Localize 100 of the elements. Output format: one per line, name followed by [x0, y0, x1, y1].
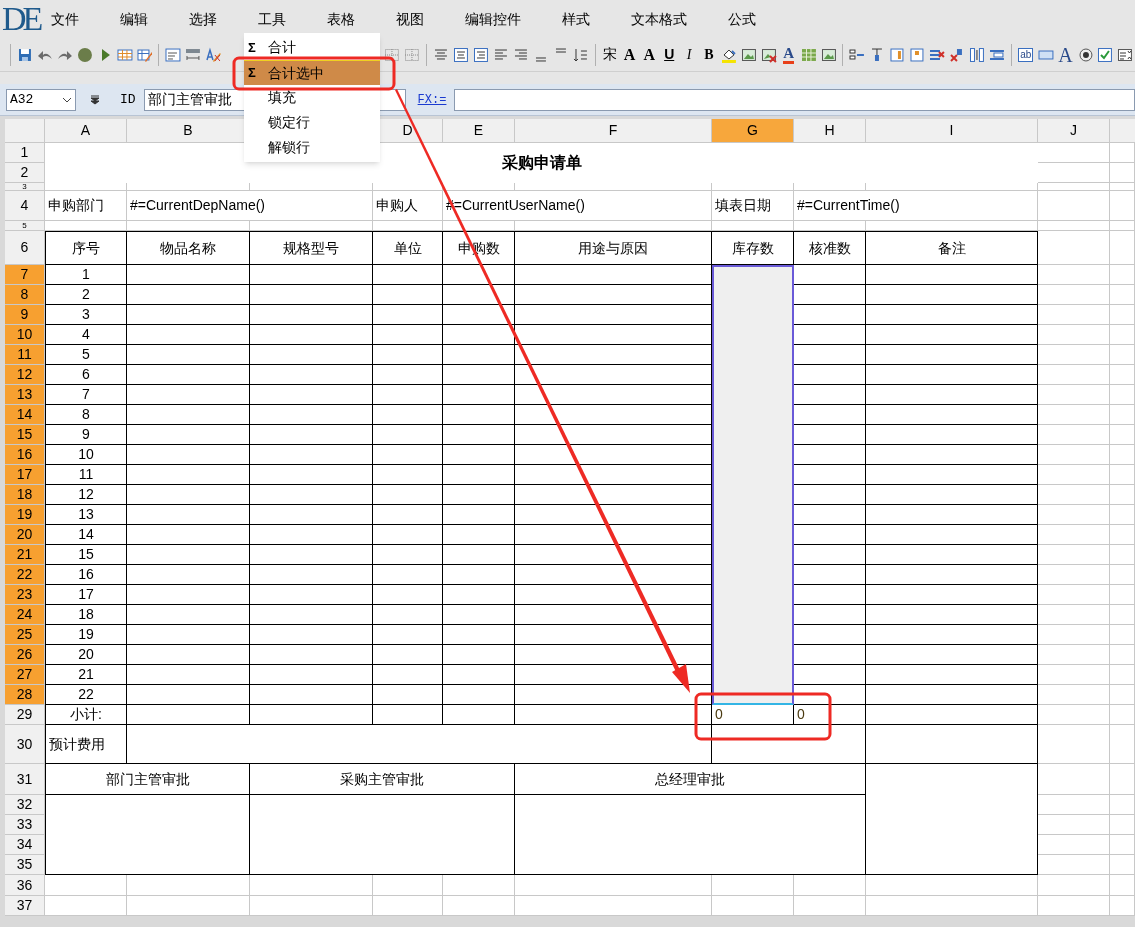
- align-box-icon[interactable]: [453, 46, 470, 63]
- row-header: 28: [5, 685, 45, 705]
- double-arrow-down-icon[interactable]: [90, 94, 100, 105]
- table-cell: [373, 425, 443, 445]
- table-cell: 小计:: [45, 705, 127, 725]
- font-button[interactable]: 宋: [602, 44, 617, 65]
- align-right-icon[interactable]: [512, 46, 529, 63]
- table-cell: [794, 525, 866, 545]
- align-box-icon[interactable]: [473, 46, 489, 63]
- table-icon[interactable]: [116, 46, 133, 63]
- table-cell: [794, 565, 866, 585]
- menu-item[interactable]: 文件: [48, 8, 82, 30]
- table-cell: [373, 705, 443, 725]
- checkbox-icon[interactable]: [1097, 46, 1114, 63]
- formula-link[interactable]: FX:=: [417, 90, 447, 109]
- bold-button[interactable]: B: [704, 44, 714, 65]
- table-cell: [373, 305, 443, 325]
- font-shrink-button[interactable]: A: [623, 42, 636, 67]
- row-header: 30: [5, 725, 45, 764]
- label-button[interactable]: A: [1058, 44, 1073, 65]
- list-box-icon[interactable]: [1117, 46, 1134, 63]
- table-cell: 20: [45, 645, 127, 665]
- table-cell: [373, 625, 443, 645]
- row-header: 6: [5, 231, 45, 265]
- textbox-button[interactable]: ab: [1018, 47, 1034, 62]
- insert-row-icon[interactable]: [849, 46, 866, 63]
- table-cell: [443, 325, 515, 345]
- italic-button[interactable]: I: [686, 44, 692, 65]
- table-pencil-icon[interactable]: [136, 46, 153, 63]
- menu-item[interactable]: 样式: [559, 8, 593, 30]
- formula-field[interactable]: [454, 88, 1135, 111]
- table-cell: [373, 585, 443, 605]
- line-spacing-icon[interactable]: [572, 46, 589, 63]
- table-cell: [794, 365, 866, 385]
- save-icon[interactable]: [17, 46, 33, 63]
- text-block-icon[interactable]: [165, 46, 182, 63]
- row-header: 10: [5, 325, 45, 345]
- row-header: 31: [5, 764, 45, 795]
- table-cell: [443, 565, 515, 585]
- circle-icon[interactable]: [76, 46, 93, 63]
- cell-reference-dropdown[interactable]: A32: [6, 88, 76, 111]
- table-cell: 4: [45, 325, 127, 345]
- menu-item[interactable]: 工具: [255, 8, 289, 30]
- menu-item[interactable]: 选择: [186, 8, 220, 30]
- column-heading: 序号: [45, 231, 127, 265]
- align-left-icon[interactable]: [492, 46, 509, 63]
- menu-item[interactable]: 表格: [324, 8, 358, 30]
- colored-grid-icon[interactable]: [800, 46, 817, 63]
- font-color-button[interactable]: A: [783, 45, 795, 64]
- column-heading: 备注: [866, 231, 1038, 265]
- cell-right-icon[interactable]: [889, 46, 906, 63]
- dotted-grid-icon[interactable]: [384, 46, 401, 63]
- menu-item[interactable]: 视图: [393, 8, 427, 30]
- row-header: 35: [5, 855, 45, 875]
- table-cell: [443, 285, 515, 305]
- image-icon[interactable]: [740, 46, 757, 63]
- row-header: 5: [5, 221, 45, 231]
- table-cell: 19: [45, 625, 127, 645]
- menu-item[interactable]: 文本格式: [628, 8, 690, 30]
- column-header: A: [45, 119, 127, 143]
- table-cell: [443, 445, 515, 465]
- table-cell: [443, 585, 515, 605]
- cell-top-icon[interactable]: [909, 46, 926, 63]
- row-header: 33: [5, 815, 45, 835]
- table-cell: [443, 525, 515, 545]
- width-ruler-icon[interactable]: [185, 46, 202, 63]
- table-cell: [443, 645, 515, 665]
- column-header: E: [443, 119, 515, 143]
- cell-reference: A32: [10, 90, 34, 109]
- table-cell: [443, 365, 515, 385]
- menu-item[interactable]: 编辑: [117, 8, 151, 30]
- dotted-grid-icon[interactable]: [404, 46, 421, 63]
- row-header: 16: [5, 445, 45, 465]
- table-cell: 17: [45, 585, 127, 605]
- table-cell: 11: [45, 465, 127, 485]
- menu-option[interactable]: Σ 合计选中: [244, 60, 380, 85]
- spell-check-icon[interactable]: [205, 46, 222, 63]
- image-icon[interactable]: [820, 46, 837, 63]
- image-delete-icon[interactable]: [760, 46, 777, 63]
- table-cell: [443, 425, 515, 445]
- table-cell: 9: [45, 425, 127, 445]
- table-cell: [373, 325, 443, 345]
- table-cell: 2: [45, 285, 127, 305]
- radio-button-icon[interactable]: [1077, 46, 1094, 63]
- delete-column-icon[interactable]: [949, 46, 965, 63]
- row-header: 15: [5, 425, 45, 445]
- table-cell: [794, 285, 866, 305]
- table-cell: [373, 525, 443, 545]
- menu-option[interactable]: Σ 合计: [244, 35, 380, 60]
- menu-item[interactable]: 编辑控件: [462, 8, 524, 30]
- align-center-icon[interactable]: [433, 46, 450, 63]
- table-cell: [373, 345, 443, 365]
- table-cell: 22: [45, 685, 127, 705]
- menu-option[interactable]: 填充: [244, 85, 380, 110]
- table-cell: [373, 565, 443, 585]
- menu-item[interactable]: 公式: [725, 8, 759, 30]
- column-height-icon[interactable]: [968, 46, 985, 63]
- table-cell: 6: [45, 365, 127, 385]
- underline-button[interactable]: U: [664, 44, 675, 65]
- font-grow-button[interactable]: A: [643, 42, 656, 67]
